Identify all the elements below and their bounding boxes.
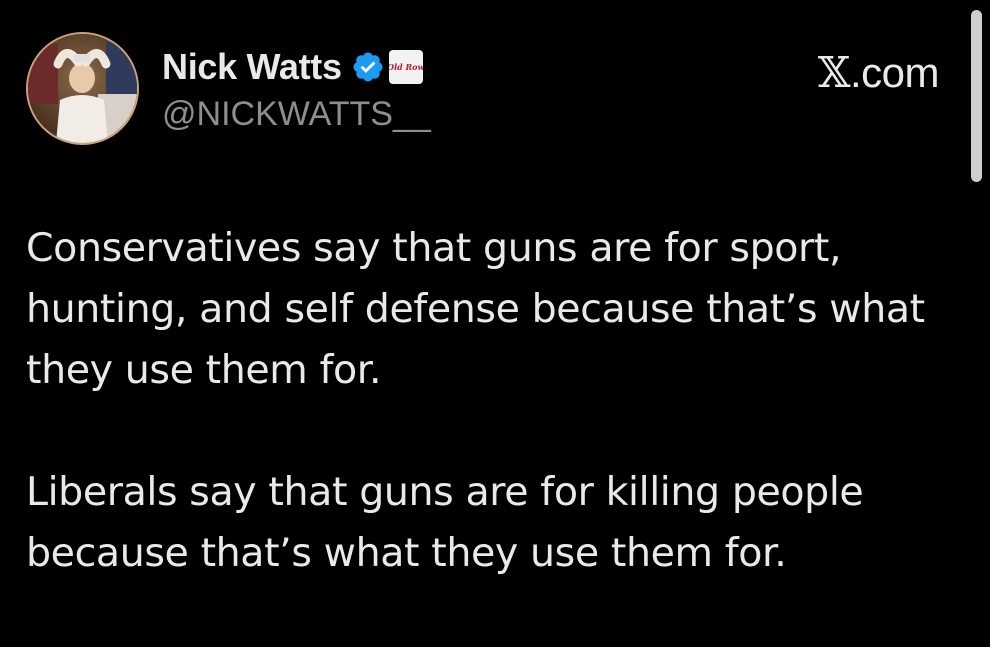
- affiliate-logo-icon[interactable]: Old Row: [388, 50, 423, 84]
- scrollbar-thumb[interactable]: [971, 10, 982, 182]
- x-logo-icon: 𝕏: [817, 48, 851, 97]
- site-domain: .com: [849, 49, 940, 96]
- user-avatar-photo: [28, 34, 137, 143]
- site-watermark: 𝕏.com: [817, 48, 940, 97]
- tweet-card: Nick Watts Old Row @NICKWATTS__ 𝕏.com Co…: [0, 0, 990, 647]
- affiliate-label: Old Row: [388, 62, 423, 72]
- author-name-row: Nick Watts Old Row: [162, 46, 423, 88]
- author-handle[interactable]: @NICKWATTS__: [162, 95, 431, 134]
- author-avatar[interactable]: [26, 32, 139, 145]
- tweet-paragraph: Liberals say that guns are for killing p…: [26, 469, 864, 576]
- tweet-text: Conservatives say that guns are for spor…: [26, 218, 966, 584]
- tweet-paragraph: Conservatives say that guns are for spor…: [26, 225, 925, 393]
- author-display-name[interactable]: Nick Watts: [162, 46, 342, 88]
- verified-badge-icon[interactable]: [351, 50, 385, 84]
